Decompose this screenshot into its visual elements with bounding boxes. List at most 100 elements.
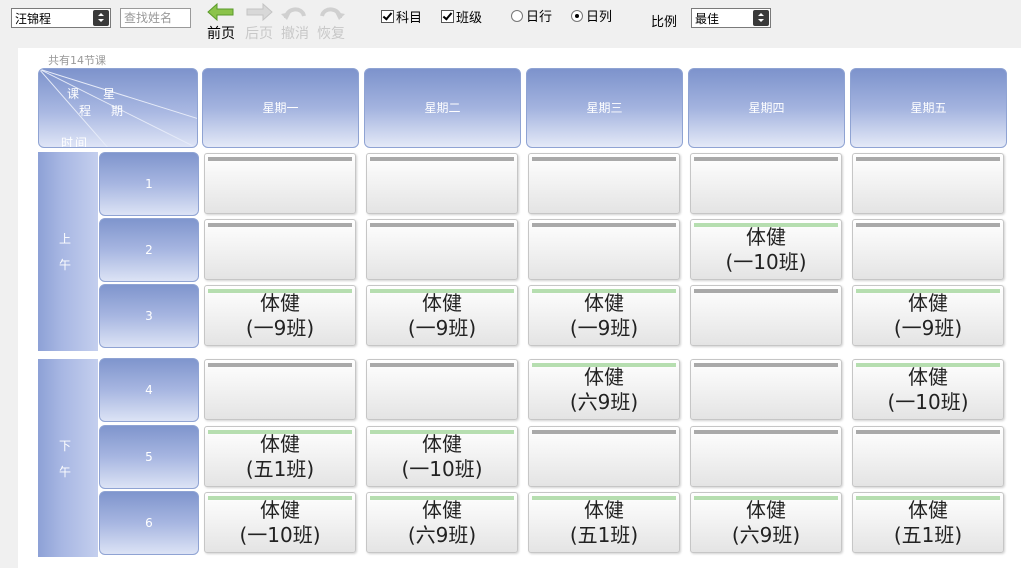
- schedule-cell[interactable]: 体健 (六9班): [528, 359, 680, 420]
- group-char: 午: [58, 465, 71, 479]
- cell-top-bar: [208, 363, 352, 367]
- cell-class: (一10班): [725, 250, 807, 274]
- dropdown-arrow-icon[interactable]: [93, 10, 109, 26]
- left-arrow-icon: [207, 2, 234, 22]
- cell-top-bar: [370, 289, 514, 293]
- checkbox-checked-icon[interactable]: [381, 10, 394, 23]
- redo-button[interactable]: 恢复: [312, 2, 350, 42]
- schedule-cell[interactable]: [852, 153, 1004, 214]
- cell-top-bar: [532, 157, 676, 161]
- schedule-cell[interactable]: 体健 (一9班): [204, 285, 356, 346]
- day-row-radio[interactable]: 日行: [511, 10, 552, 26]
- next-page-button[interactable]: 后页: [240, 2, 278, 42]
- cell-subject: 体健: [260, 498, 300, 522]
- cell-class: (一9班): [245, 316, 315, 340]
- checkbox-checked-icon[interactable]: [441, 10, 454, 23]
- day-header: 星期四: [688, 68, 845, 148]
- teacher-select-value: 汪锦程: [15, 12, 52, 26]
- cell-top-bar: [856, 289, 1000, 293]
- cell-top-bar: [856, 223, 1000, 227]
- schedule-cell[interactable]: 体健 (一9班): [366, 285, 518, 346]
- corner-cheng: 程: [79, 104, 92, 118]
- cell-top-bar: [370, 223, 514, 227]
- class-checkbox-label: 班级: [456, 11, 483, 26]
- cell-class: (六9班): [569, 390, 639, 414]
- schedule-cell[interactable]: [690, 153, 842, 214]
- ratio-label: 比例: [651, 15, 678, 30]
- schedule-cell[interactable]: [528, 219, 680, 280]
- schedule-cell[interactable]: [204, 153, 356, 214]
- prev-page-button[interactable]: 前页: [202, 2, 240, 42]
- cell-subject: 体健: [746, 498, 786, 522]
- schedule-cell[interactable]: 体健 (五1班): [528, 492, 680, 553]
- subject-checkbox[interactable]: 科目: [381, 10, 422, 27]
- schedule-cell[interactable]: 体健 (一10班): [690, 219, 842, 280]
- schedule-cell[interactable]: 体健 (六9班): [366, 492, 518, 553]
- teacher-select[interactable]: 汪锦程: [11, 8, 111, 28]
- cell-subject: 体健: [908, 498, 948, 522]
- schedule-cell[interactable]: [204, 359, 356, 420]
- cell-top-bar: [370, 363, 514, 367]
- cell-top-bar: [694, 157, 838, 161]
- schedule-cell[interactable]: [204, 219, 356, 280]
- day-column-radio[interactable]: 日列: [571, 10, 612, 26]
- class-checkbox[interactable]: 班级: [441, 10, 482, 27]
- ratio-select-value: 最佳: [695, 12, 720, 26]
- schedule-cell[interactable]: [690, 285, 842, 346]
- undo-button[interactable]: 撤消: [276, 2, 314, 42]
- period-header: 1: [99, 152, 199, 216]
- cell-class: (一10班): [401, 457, 483, 481]
- schedule-cell[interactable]: [852, 426, 1004, 487]
- schedule-cell[interactable]: 体健 (一10班): [852, 359, 1004, 420]
- group-char: 上: [58, 232, 71, 246]
- cell-top-bar: [532, 363, 676, 367]
- schedule-cell[interactable]: [366, 219, 518, 280]
- cell-top-bar: [532, 430, 676, 434]
- day-row-label: 日行: [526, 10, 553, 25]
- schedule-cell[interactable]: [690, 426, 842, 487]
- period-header: 6: [99, 491, 199, 555]
- schedule-cell[interactable]: [366, 153, 518, 214]
- radio-selected-icon[interactable]: [571, 10, 583, 22]
- schedule-cell[interactable]: 体健 (一9班): [528, 285, 680, 346]
- redo-icon: [320, 7, 345, 20]
- cell-subject: 体健: [422, 432, 462, 456]
- cell-subject: 体健: [422, 291, 462, 315]
- cell-class: (五1班): [569, 523, 639, 547]
- schedule-cell[interactable]: [366, 359, 518, 420]
- cell-top-bar: [370, 430, 514, 434]
- radio-unselected-icon[interactable]: [511, 10, 523, 22]
- cell-top-bar: [208, 157, 352, 161]
- search-name-input[interactable]: 查找姓名: [120, 8, 191, 28]
- schedule-cell[interactable]: 体健 (一9班): [852, 285, 1004, 346]
- schedule-cell[interactable]: 体健 (一10班): [366, 426, 518, 487]
- cell-top-bar: [208, 430, 352, 434]
- cell-class: (一10班): [887, 390, 969, 414]
- undo-icon: [281, 7, 306, 20]
- day-header: 星期五: [850, 68, 1007, 148]
- cell-class: (一9班): [407, 316, 477, 340]
- afternoon-label: 下午: [38, 359, 98, 557]
- dropdown-arrow-icon[interactable]: [753, 10, 769, 26]
- schedule-cell[interactable]: 体健 (五1班): [852, 492, 1004, 553]
- schedule-cell[interactable]: 体健 (一10班): [204, 492, 356, 553]
- group-char: 下: [58, 439, 71, 453]
- schedule-cell[interactable]: 体健 (五1班): [204, 426, 356, 487]
- cell-top-bar: [856, 157, 1000, 161]
- cell-top-bar: [208, 223, 352, 227]
- period-header: 4: [99, 358, 199, 422]
- ratio-select[interactable]: 最佳: [691, 8, 771, 28]
- schedule-cell[interactable]: [852, 219, 1004, 280]
- cell-class: (六9班): [407, 523, 477, 547]
- prev-page-label: 前页: [207, 26, 235, 42]
- schedule-cell[interactable]: [690, 359, 842, 420]
- schedule-cell[interactable]: [528, 153, 680, 214]
- cell-class: (一9班): [569, 316, 639, 340]
- day-header: 星期三: [526, 68, 683, 148]
- cell-subject: 体健: [584, 498, 624, 522]
- cell-subject: 体健: [422, 498, 462, 522]
- schedule-cell[interactable]: 体健 (六9班): [690, 492, 842, 553]
- cell-subject: 体健: [908, 365, 948, 389]
- next-page-label: 后页: [245, 26, 273, 42]
- schedule-cell[interactable]: [528, 426, 680, 487]
